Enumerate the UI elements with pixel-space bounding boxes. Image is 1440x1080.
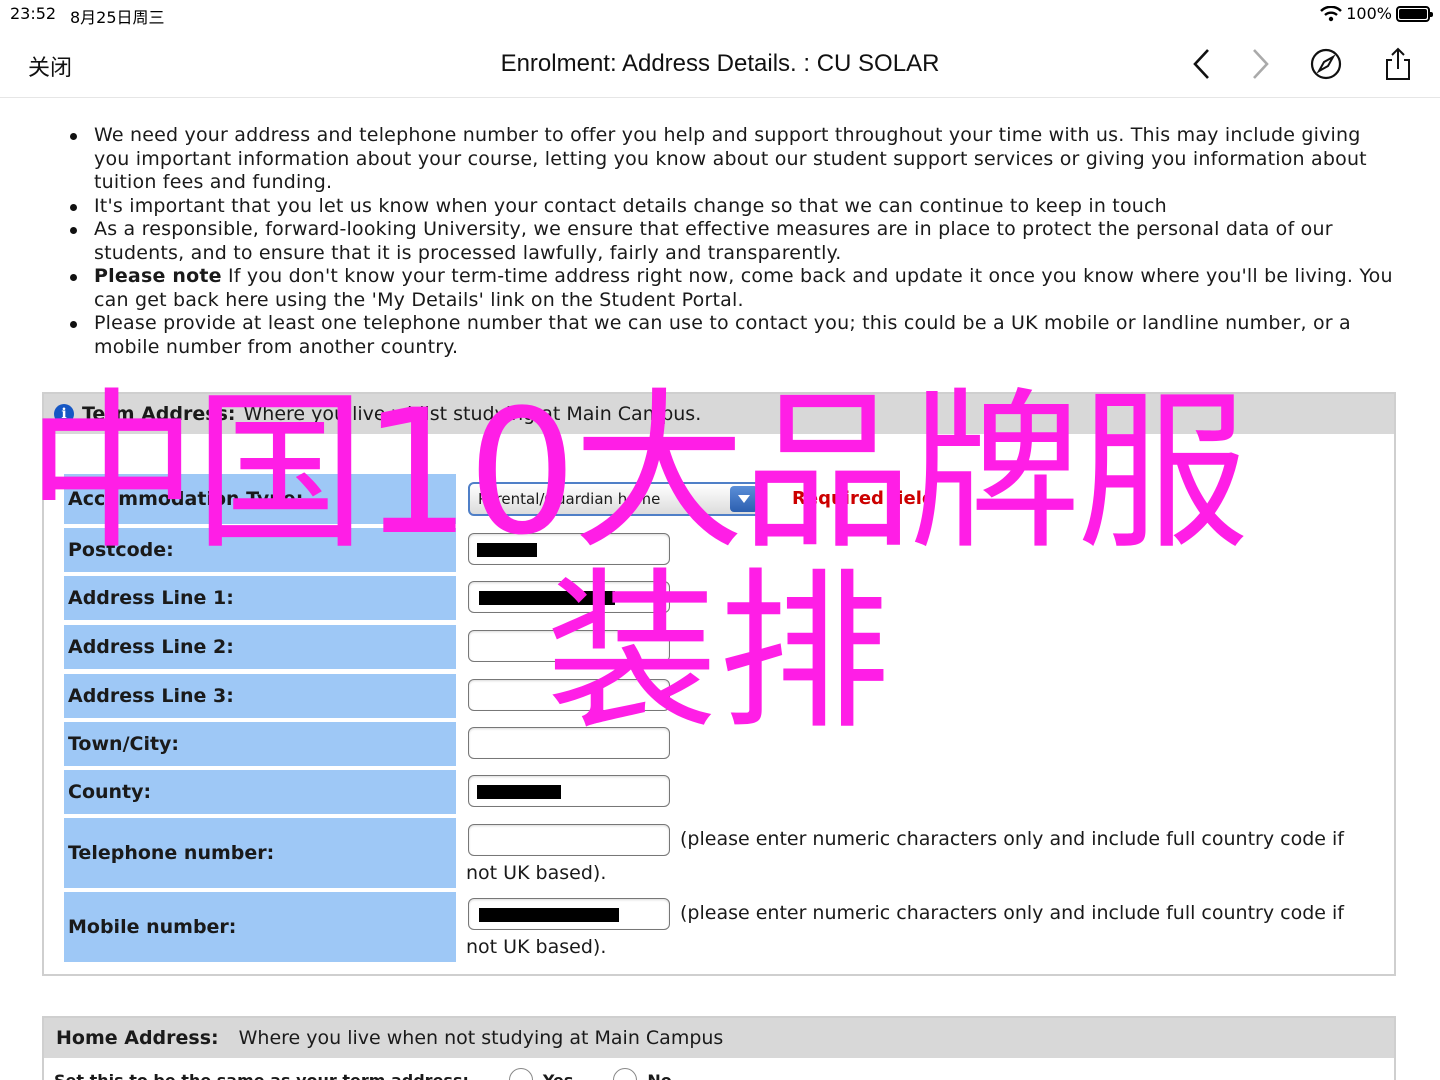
- info-bullets: We need your address and telephone numbe…: [60, 124, 1400, 359]
- home-address-description: Where you live when not studying at Main…: [238, 1027, 724, 1049]
- address-line-3-label: Address Line 3:: [64, 674, 456, 718]
- town-row: Town/City:: [64, 722, 1384, 766]
- wifi-icon: [1320, 5, 1343, 21]
- accommodation-row: Accommodation Type: Parental/Guardian ho…: [64, 474, 1384, 524]
- address-line-3-input[interactable]: [468, 679, 670, 711]
- share-button[interactable]: [1378, 44, 1418, 84]
- page-title: Enrolment: Address Details. : CU SOLAR: [500, 50, 940, 77]
- postcode-input[interactable]: [468, 533, 670, 565]
- compass-icon: [1310, 48, 1342, 80]
- mobile-label: Mobile number:: [64, 892, 456, 962]
- term-address-header: i Term Address: Where you live whilst st…: [44, 394, 1394, 434]
- required-field-text: Required field: [792, 488, 935, 509]
- mobile-hint: (please enter numeric characters only an…: [466, 902, 1344, 958]
- back-chevron-icon: [1193, 49, 1209, 79]
- accommodation-value: Parental/Guardian home: [478, 490, 661, 508]
- address-line-3-row: Address Line 3:: [64, 674, 1384, 718]
- address-line-1-input[interactable]: [468, 581, 670, 613]
- telephone-row: Telephone number: (please enter numeric …: [64, 818, 1384, 888]
- forward-chevron-icon: [1253, 49, 1269, 79]
- bullet-item: As a responsible, forward-looking Univer…: [60, 218, 1400, 265]
- same-as-term-label: Set this to be the same as your term add…: [54, 1070, 469, 1080]
- bullet-item: It's important that you let us know when…: [60, 195, 1400, 219]
- forward-button[interactable]: [1240, 44, 1280, 84]
- status-bar: 23:52 8月25日周三 100%: [0, 0, 1440, 28]
- close-button[interactable]: 关闭: [28, 50, 72, 82]
- info-icon: i: [54, 404, 74, 424]
- term-address-description: Where you live whilst studying at Main C…: [243, 403, 702, 425]
- address-line-2-input[interactable]: [468, 630, 670, 662]
- address-line-2-label: Address Line 2:: [64, 625, 456, 669]
- status-time: 23:52: [10, 4, 57, 23]
- battery-percent: 100%: [1346, 4, 1392, 23]
- county-row: County:: [64, 770, 1384, 814]
- no-radio[interactable]: [613, 1068, 638, 1080]
- county-input[interactable]: [468, 775, 670, 807]
- safari-button[interactable]: [1306, 44, 1346, 84]
- yes-radio[interactable]: [508, 1068, 533, 1080]
- dropdown-arrow-icon: [730, 486, 758, 512]
- town-label: Town/City:: [64, 722, 456, 766]
- no-label: No: [647, 1070, 672, 1080]
- home-address-panel: Home Address: Where you live when not st…: [42, 1016, 1396, 1080]
- status-date: 8月25日周三: [70, 8, 165, 27]
- nav-bar: 关闭 Enrolment: Address Details. : CU SOLA…: [0, 28, 1440, 98]
- address-line-1-row: Address Line 1:: [64, 576, 1384, 620]
- postcode-row: Postcode:: [64, 528, 1384, 572]
- telephone-hint: (please enter numeric characters only an…: [466, 828, 1344, 884]
- telephone-label: Telephone number:: [64, 818, 456, 888]
- accommodation-label: Accommodation Type:: [64, 474, 456, 524]
- bullet-item: We need your address and telephone numbe…: [60, 124, 1400, 195]
- home-address-header: Home Address: Where you live when not st…: [44, 1018, 1394, 1058]
- term-address-heading: Term Address:: [82, 403, 236, 425]
- address-line-1-label: Address Line 1:: [64, 576, 456, 620]
- bullet-item: Please note If you don't know your term-…: [60, 265, 1400, 312]
- status-right: 100%: [1320, 4, 1433, 23]
- address-line-2-row: Address Line 2:: [64, 625, 1384, 669]
- battery-icon: [1396, 5, 1433, 22]
- yes-label: Yes: [542, 1070, 574, 1080]
- mobile-row: Mobile number: (please enter numeric cha…: [64, 892, 1384, 962]
- back-button[interactable]: [1182, 44, 1222, 84]
- county-label: County:: [64, 770, 456, 814]
- same-as-term-row: Set this to be the same as your term add…: [54, 1068, 672, 1080]
- term-address-panel: i Term Address: Where you live whilst st…: [42, 392, 1396, 976]
- accommodation-select[interactable]: Parental/Guardian home: [468, 482, 762, 516]
- bullet-item: Please provide at least one telephone nu…: [60, 312, 1400, 359]
- town-input[interactable]: [468, 727, 670, 759]
- home-address-heading: Home Address:: [56, 1027, 219, 1049]
- share-icon: [1386, 47, 1410, 80]
- postcode-label: Postcode:: [64, 528, 456, 572]
